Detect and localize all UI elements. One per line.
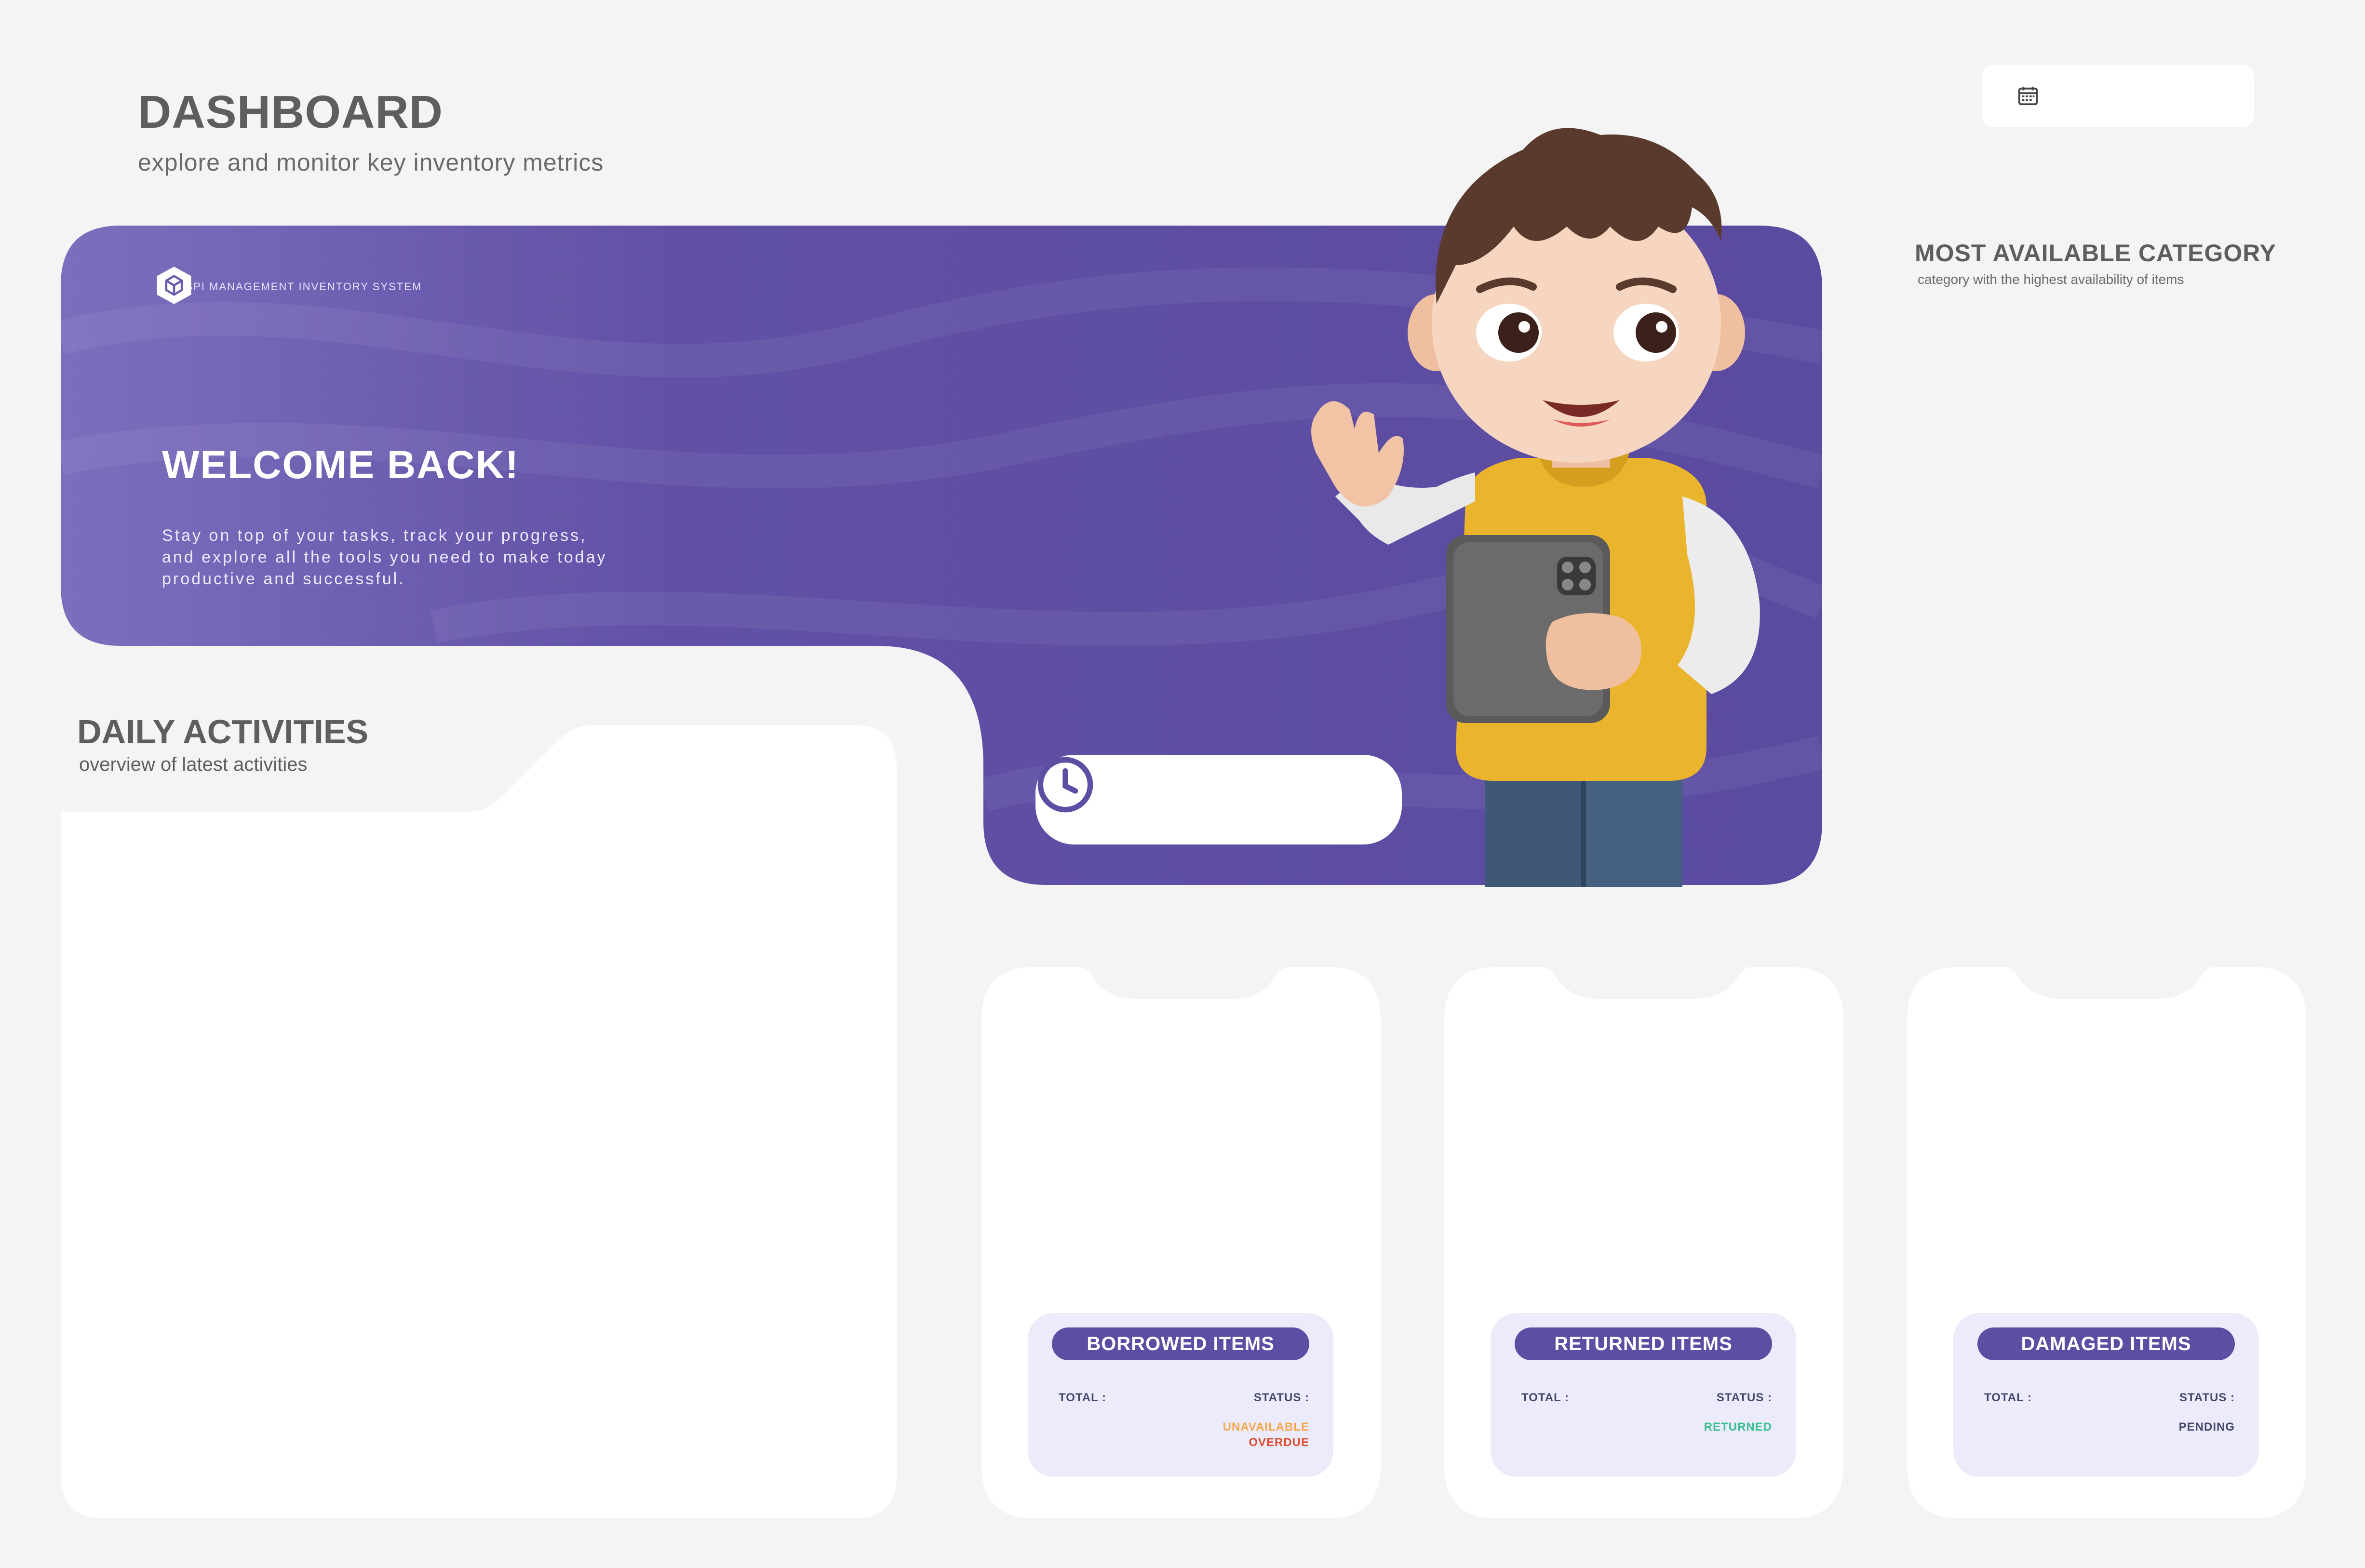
calendar-icon [2018, 86, 2038, 106]
clock-icon [1037, 757, 1093, 813]
page-title: DASHBOARD [138, 86, 443, 138]
stat-title-badge: RETURNED ITEMS [1515, 1327, 1772, 1360]
total-label: TOTAL : [1059, 1391, 1106, 1404]
status-label: STATUS : [1253, 1391, 1309, 1404]
total-label: TOTAL : [1984, 1391, 2032, 1404]
stat-title-badge: DAMAGED ITEMS [1977, 1327, 2235, 1360]
mascot-illustration [1311, 128, 1760, 887]
category-subtitle: category with the highest availability o… [1918, 272, 2184, 287]
stat-title-badge: BORROWED ITEMS [1052, 1327, 1309, 1360]
status-value: UNAVAILABLE [1223, 1421, 1309, 1434]
total-label: TOTAL : [1521, 1391, 1569, 1404]
welcome-title: WELCOME BACK! [162, 443, 520, 487]
status-value: PENDING [2178, 1421, 2235, 1434]
welcome-text-line: and explore all the tools you need to ma… [162, 548, 607, 566]
damaged-items-card[interactable]: DAMAGED ITEMS TOTAL : STATUS : PENDING [1907, 967, 2306, 1518]
status-label: STATUS : [1716, 1391, 1772, 1404]
status-value: RETURNED [1704, 1421, 1772, 1434]
brand-name: NBSPI MANAGEMENT INVENTORY SYSTEM [169, 281, 422, 293]
borrowed-items-card[interactable]: BORROWED ITEMS TOTAL : STATUS : UNAVAILA… [981, 967, 1381, 1518]
stat-summary-panel: BORROWED ITEMS TOTAL : STATUS : UNAVAILA… [1028, 1313, 1333, 1477]
status-label: STATUS : [2179, 1391, 2235, 1404]
date-picker[interactable] [1982, 65, 2254, 127]
category-title: MOST AVAILABLE CATEGORY [1915, 240, 2276, 267]
daily-activities-title: DAILY ACTIVITIES [77, 713, 369, 750]
status-value: OVERDUE [1249, 1436, 1309, 1449]
brand-row: NBSPI MANAGEMENT INVENTORY SYSTEM [155, 265, 422, 308]
daily-activities-subtitle: overview of latest activities [79, 754, 308, 775]
welcome-text-line: Stay on top of your tasks, track your pr… [162, 526, 587, 545]
welcome-text-line: productive and successful. [162, 570, 405, 588]
stat-summary-panel: RETURNED ITEMS TOTAL : STATUS : RETURNED [1491, 1313, 1796, 1477]
cube-logo-icon [157, 267, 191, 304]
stat-summary-panel: DAMAGED ITEMS TOTAL : STATUS : PENDING [1953, 1313, 2259, 1477]
returned-items-card[interactable]: RETURNED ITEMS TOTAL : STATUS : RETURNED [1444, 967, 1843, 1518]
page-subtitle: explore and monitor key inventory metric… [138, 149, 604, 176]
